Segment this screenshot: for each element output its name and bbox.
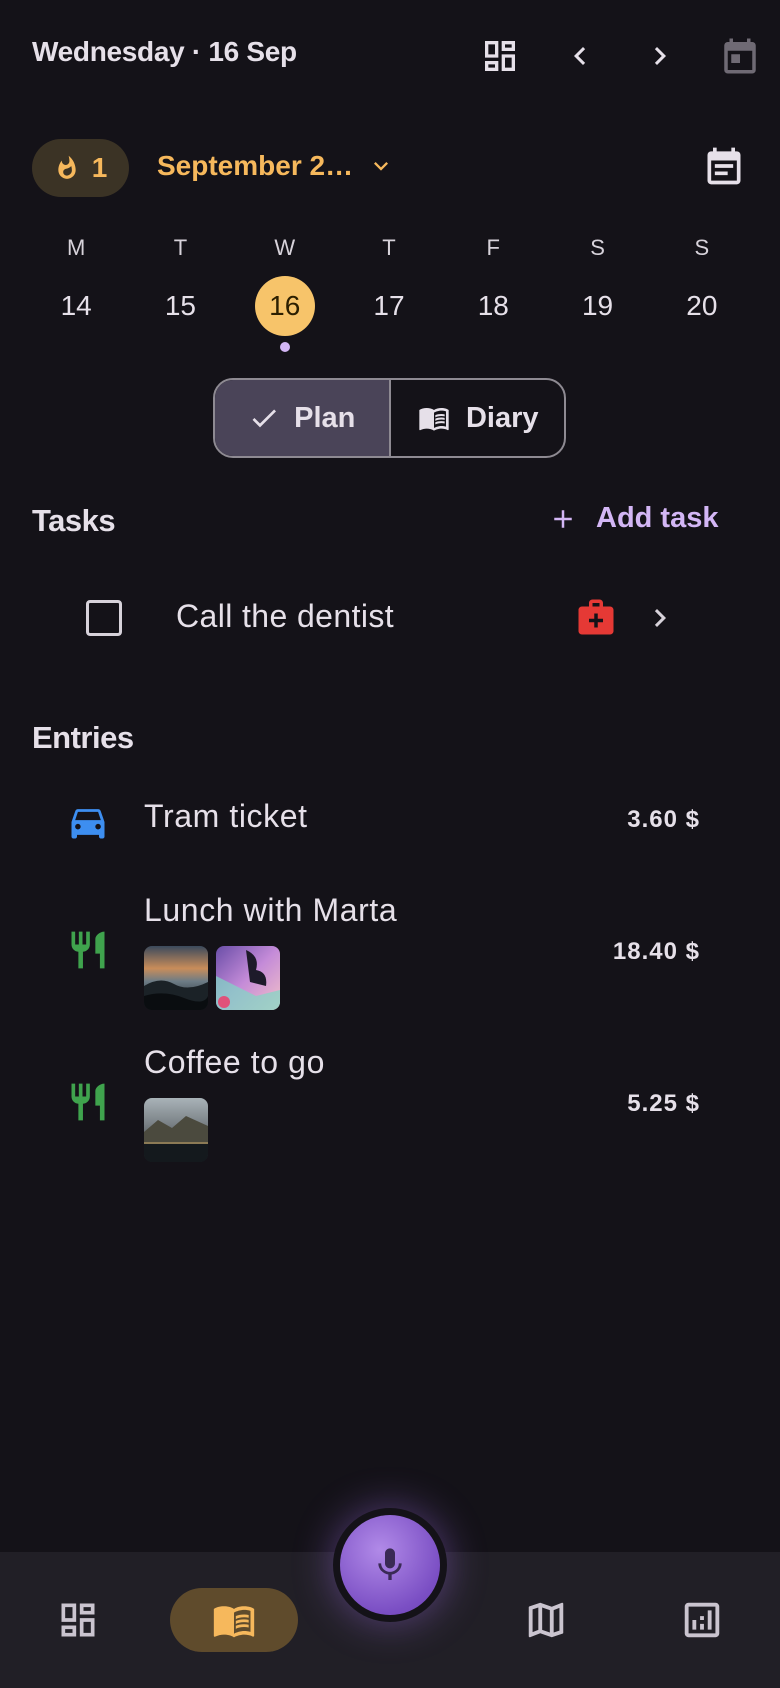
- diary-label: Diary: [465, 401, 539, 434]
- day-letter: T: [382, 235, 396, 260]
- entry-item[interactable]: Lunch with Marta 18.40 $: [0, 888, 780, 1018]
- day-number: 18: [477, 290, 509, 321]
- day-letter: S: [590, 235, 605, 260]
- agenda-icon[interactable]: [700, 142, 748, 190]
- streak-badge[interactable]: 1: [32, 139, 129, 197]
- day-letter: T: [173, 235, 188, 260]
- nav-stats[interactable]: [670, 1588, 734, 1652]
- day-sat[interactable]: S 19: [545, 232, 649, 352]
- dashboard-icon[interactable]: [476, 32, 524, 80]
- month-selector[interactable]: September 2…: [157, 150, 395, 182]
- entry-amount: 3.60 $: [627, 806, 700, 833]
- day-letter: M: [66, 235, 86, 260]
- day-letter: F: [486, 235, 500, 260]
- entry-title: Tram ticket: [144, 798, 308, 834]
- entry-title: Lunch with Marta: [144, 892, 398, 928]
- day-thu[interactable]: T 17: [337, 232, 441, 352]
- day-fri[interactable]: F 18: [441, 232, 545, 352]
- dashboard-icon: [61, 1603, 95, 1637]
- chevron-down-icon: [374, 162, 389, 171]
- page-title: Wednesday · 16 Sep: [32, 36, 297, 67]
- add-task-button[interactable]: Add task: [548, 502, 718, 535]
- tasks-heading: Tasks: [32, 503, 116, 538]
- diary-tab[interactable]: Diary: [391, 380, 565, 456]
- calendar-today-icon[interactable]: [716, 32, 764, 80]
- restaurant-icon: [66, 926, 110, 979]
- plan-label: Plan: [294, 401, 356, 434]
- fire-icon: [58, 155, 76, 179]
- entry-title: Coffee to go: [144, 1044, 325, 1080]
- entry-item[interactable]: Coffee to go 5.25 $: [0, 1040, 780, 1170]
- check-icon: [252, 409, 277, 428]
- map-icon: [528, 1602, 564, 1638]
- medical-kit-icon: [575, 596, 617, 643]
- add-task-label: Add task: [596, 502, 719, 534]
- task-checkbox[interactable]: [86, 600, 122, 636]
- entries-heading: Entries: [32, 720, 134, 755]
- nav-dashboard[interactable]: [46, 1588, 110, 1652]
- day-tue[interactable]: T 15: [128, 232, 232, 352]
- day-mon[interactable]: M 14: [24, 232, 128, 352]
- day-number: 14: [60, 290, 92, 321]
- day-letter: S: [694, 235, 710, 260]
- chevron-right-icon: [642, 600, 678, 641]
- chevron-right-icon[interactable]: [636, 32, 684, 80]
- car-icon: [66, 800, 110, 849]
- stats-icon: [684, 1602, 720, 1638]
- day-sun[interactable]: S 20: [650, 232, 754, 352]
- plus-icon: [554, 509, 572, 528]
- photo-thumbnail[interactable]: [144, 1098, 208, 1162]
- day-letter: W: [274, 235, 296, 260]
- entry-amount: 5.25 $: [627, 1090, 700, 1117]
- entry-photos: [144, 1098, 208, 1162]
- microphone-icon: [378, 1548, 402, 1580]
- entry-photos: [144, 946, 280, 1010]
- streak-count: 1: [91, 152, 108, 183]
- photo-thumbnail[interactable]: [144, 946, 208, 1010]
- day-number: 19: [581, 290, 614, 321]
- task-label: Call the dentist: [176, 598, 395, 634]
- chevron-left-icon[interactable]: [556, 32, 604, 80]
- entry-amount: 18.40 $: [612, 938, 700, 965]
- restaurant-icon: [66, 1078, 110, 1131]
- photo-thumbnail[interactable]: [216, 946, 280, 1010]
- day-number: 17: [373, 290, 405, 321]
- diary-icon: [213, 1606, 255, 1638]
- day-wed[interactable]: W 16: [233, 232, 337, 352]
- nav-map[interactable]: [514, 1588, 578, 1652]
- book-icon: [419, 408, 449, 431]
- nav-diary[interactable]: [170, 1588, 298, 1652]
- week-strip: M 14 T 15 W 16 T 17 F 18 S 19 S 20: [24, 232, 754, 352]
- plan-diary-toggle: Plan Diary: [213, 378, 566, 458]
- month-label: September 2…: [157, 150, 354, 181]
- task-item[interactable]: Call the dentist: [0, 574, 780, 662]
- day-number: 16: [254, 276, 315, 336]
- day-number: 20: [686, 290, 718, 321]
- day-number: 15: [164, 290, 196, 321]
- entry-item[interactable]: Tram ticket 3.60 $: [0, 790, 780, 874]
- entry-indicator-dot: [279, 342, 290, 352]
- plan-tab[interactable]: Plan: [215, 380, 389, 456]
- voice-record-button[interactable]: [333, 1508, 447, 1622]
